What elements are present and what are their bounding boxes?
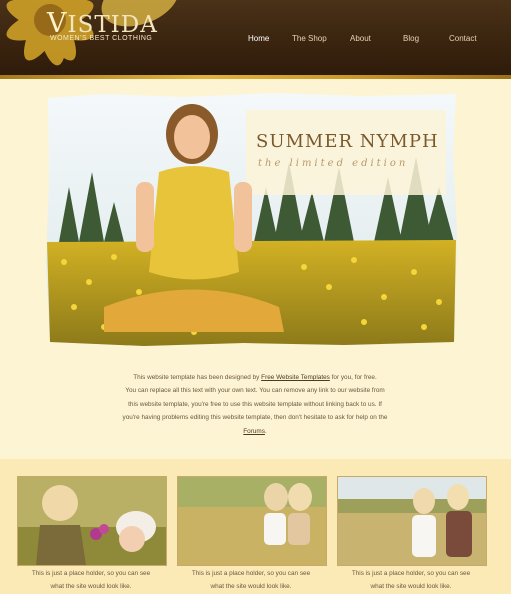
feature-caption-1-line-1: This is just a place holder, so you can … <box>31 570 151 577</box>
site-tagline: WOMEN'S BEST CLOTHING <box>50 35 153 42</box>
nav-about[interactable]: About <box>350 34 371 43</box>
feature-image-2-graphic <box>178 477 326 565</box>
intro-text-1: This website template has been designed … <box>133 374 260 381</box>
intro-text-2: for you, for free. <box>331 374 377 381</box>
intro-end: . <box>264 427 267 435</box>
hero-subtitle: the limited edition <box>258 158 408 169</box>
forums-link[interactable]: Forums <box>243 428 265 435</box>
feature-caption-1: This is just a place holder, so you can … <box>11 567 171 593</box>
feature-caption-2-line-2: what the site would look like. <box>210 583 292 590</box>
intro-text-3: You can replace all this text with your … <box>125 387 385 395</box>
intro-text-5: you're having problems editing this webs… <box>122 414 388 422</box>
intro-text-4: this website template, you're free to us… <box>128 400 382 408</box>
site-header: VISTIDA WOMEN'S BEST CLOTHING Home The S… <box>0 0 511 79</box>
feature-caption-2-line-1: This is just a place holder, so you can … <box>191 570 311 577</box>
nav-blog[interactable]: Blog <box>403 34 419 43</box>
intro-paragraph: This website template has been designed … <box>100 371 410 438</box>
feature-image-1-graphic <box>18 477 166 565</box>
nav-the-shop[interactable]: The Shop <box>292 34 327 43</box>
feature-caption-3: This is just a place holder, so you can … <box>331 567 491 593</box>
feature-image-3[interactable] <box>337 476 487 566</box>
feature-caption-2: This is just a place holder, so you can … <box>171 567 331 593</box>
feature-image-1[interactable] <box>17 476 167 566</box>
hero-banner-image: SUMMER NYMPH the limited edition <box>46 93 457 346</box>
nav-home[interactable]: Home <box>248 34 269 43</box>
free-website-templates-link[interactable]: Free Website Templates <box>261 374 330 381</box>
feature-caption-1-line-2: what the site would look like. <box>50 583 132 590</box>
hero-title: SUMMER NYMPH <box>256 131 439 152</box>
feature-image-2[interactable] <box>177 476 327 566</box>
feature-image-3-graphic <box>338 477 486 565</box>
feature-caption-3-line-1: This is just a place holder, so you can … <box>351 570 471 577</box>
nav-contact[interactable]: Contact <box>449 34 477 43</box>
feature-caption-3-line-2: what the site would look like. <box>370 583 452 590</box>
